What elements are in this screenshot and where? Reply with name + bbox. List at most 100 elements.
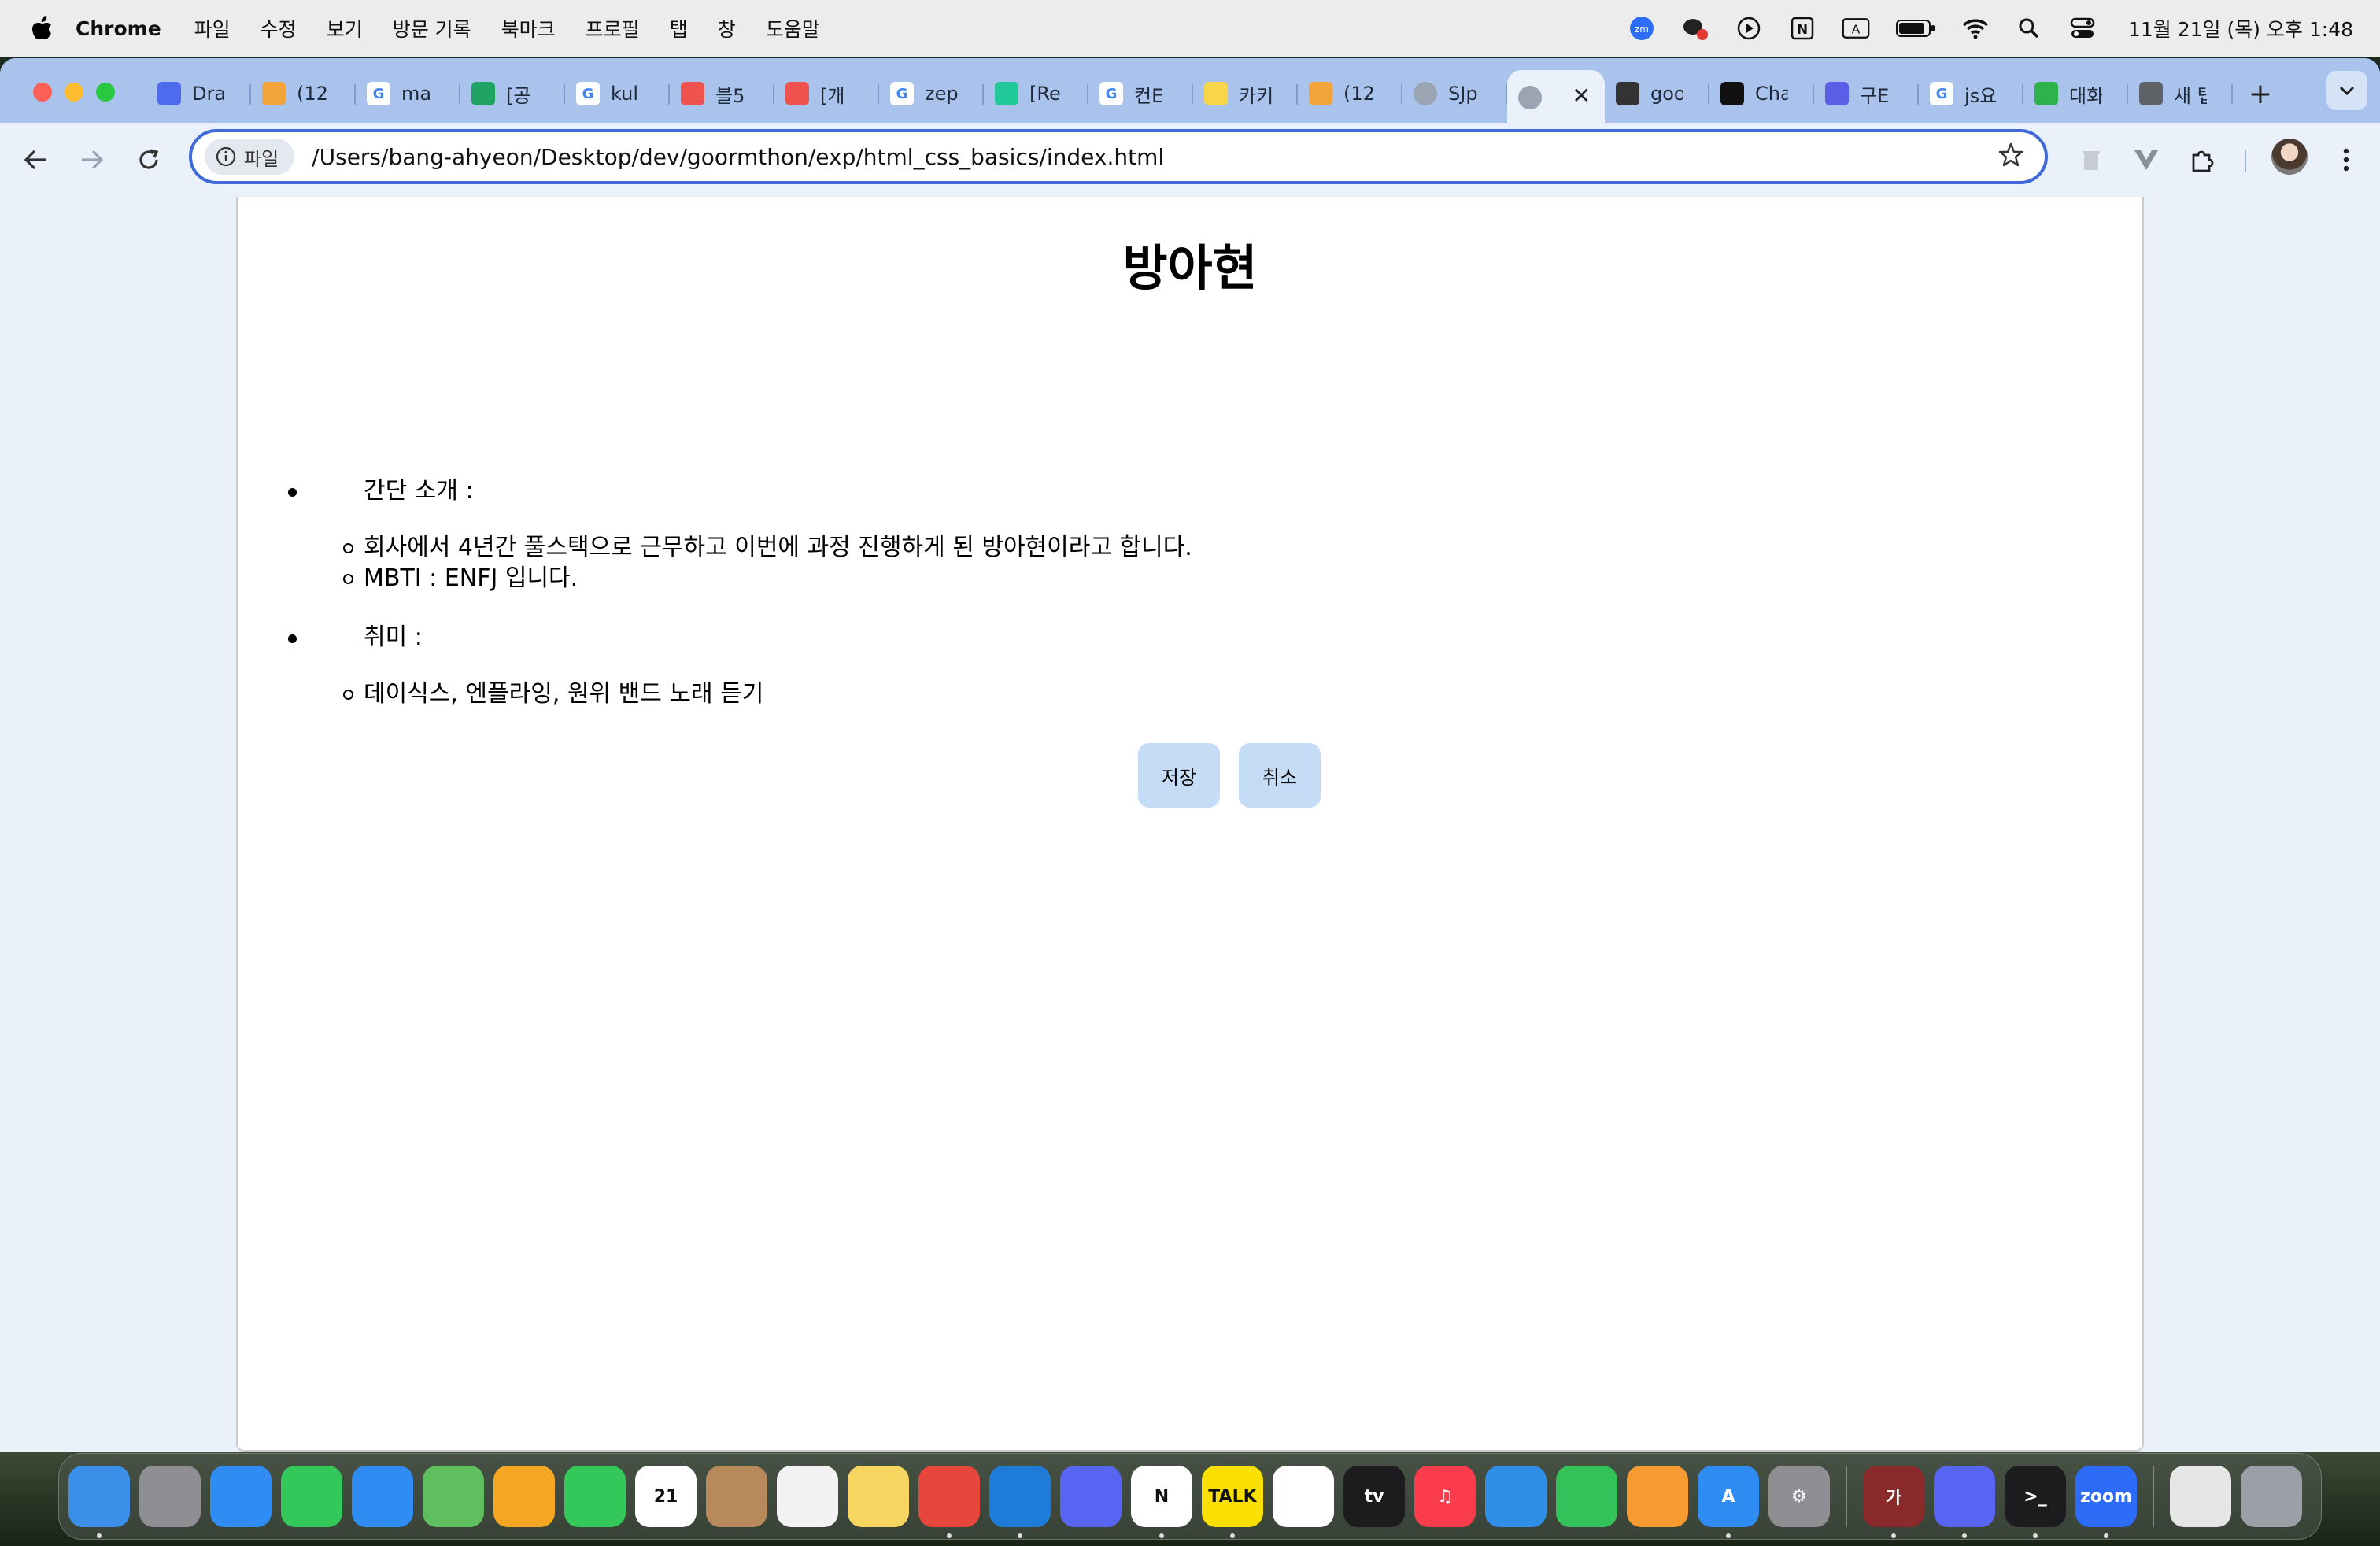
menu-app-name[interactable]: Chrome <box>76 17 161 40</box>
spotlight-search-icon[interactable] <box>2015 14 2043 43</box>
wechat-status-icon[interactable] <box>1681 14 1709 43</box>
pages-icon[interactable] <box>1627 1466 1688 1527</box>
discord-icon[interactable] <box>1060 1466 1122 1527</box>
browser-tab[interactable]: 대화 <box>2023 70 2128 117</box>
back-button[interactable] <box>16 140 55 179</box>
browser-tab[interactable]: (12 <box>1298 70 1402 117</box>
music-icon[interactable]: ♫ <box>1414 1466 1476 1527</box>
terminal-icon[interactable]: >_ <box>2005 1466 2066 1538</box>
trash-icon[interactable] <box>2241 1466 2302 1527</box>
numbers-icon[interactable] <box>1556 1466 1617 1527</box>
browser-tab[interactable]: 블5 <box>670 70 774 117</box>
browser-tab[interactable]: (12 <box>251 70 356 117</box>
menu-edit[interactable]: 수정 <box>261 14 297 43</box>
site-info-chip[interactable]: 파일 <box>205 139 295 175</box>
browser-tab[interactable]: 카키 <box>1193 70 1298 117</box>
url-text[interactable]: /Users/bang-ahyeon/Desktop/dev/goormthon… <box>312 144 1164 170</box>
safari-icon[interactable] <box>210 1466 272 1527</box>
dictionary-icon[interactable]: 가 <box>1863 1466 1924 1538</box>
menu-view[interactable]: 보기 <box>327 14 363 43</box>
zoom-window-button[interactable] <box>96 83 115 102</box>
browser-tab[interactable]: Gzep <box>879 70 984 117</box>
calendar-icon[interactable]: 21 <box>635 1466 697 1527</box>
vscode-icon[interactable] <box>989 1466 1051 1538</box>
google-icon: G <box>367 82 390 105</box>
tab-active[interactable]: ✕ <box>1507 70 1605 125</box>
notion-status-icon[interactable]: N <box>1788 14 1816 43</box>
chrome-menu-button[interactable] <box>2326 140 2366 179</box>
browser-tab[interactable]: Gma <box>356 70 460 117</box>
profile-avatar[interactable] <box>2271 139 2308 175</box>
bookmark-star-button[interactable] <box>1998 142 2024 172</box>
appletv-icon[interactable]: tv <box>1343 1466 1405 1527</box>
photos-icon[interactable] <box>493 1466 555 1527</box>
browser-tab[interactable]: [공 <box>460 70 565 117</box>
menu-window[interactable]: 창 <box>718 14 736 43</box>
menu-help[interactable]: 도움말 <box>766 14 820 43</box>
forward-button[interactable] <box>72 140 112 179</box>
address-bar[interactable]: 파일 /Users/bang-ahyeon/Desktop/dev/goormt… <box>189 129 2048 184</box>
facetime-icon[interactable] <box>564 1466 626 1527</box>
browser-tab[interactable]: goo <box>1605 70 1709 117</box>
mail-icon[interactable] <box>352 1466 413 1527</box>
minimize-window-button[interactable] <box>65 83 83 102</box>
extension-v-button[interactable] <box>2127 140 2166 179</box>
intro-item-text: 회사에서 4년간 풀스택으로 근무하고 이번에 과정 진행하게 된 방아현이라고… <box>364 534 1192 561</box>
new-tab-button[interactable]: + <box>2241 74 2280 113</box>
browser-tab[interactable]: Gjs요 <box>1919 70 2023 117</box>
browser-tab[interactable]: [Re <box>984 70 1088 117</box>
battery-icon[interactable] <box>1895 14 1936 43</box>
discord-icon[interactable] <box>1934 1466 1995 1538</box>
settings-icon[interactable]: ⚙ <box>1768 1466 1830 1527</box>
browser-tab[interactable]: [개 <box>774 70 879 117</box>
chrome-icon[interactable] <box>918 1466 980 1538</box>
finder-icon[interactable] <box>68 1466 130 1538</box>
control-center-icon[interactable] <box>2068 14 2097 43</box>
launchpad-icon[interactable] <box>139 1466 201 1527</box>
reminders-icon[interactable] <box>777 1466 838 1527</box>
tab-title: [공 <box>506 84 531 107</box>
extension-trash-button[interactable] <box>2071 140 2111 179</box>
tab-title: 카키 <box>1239 84 1272 107</box>
menubar-clock[interactable]: 11월 21일 (목) 오후 1:48 <box>2128 14 2353 43</box>
tab-title: Cha <box>1755 83 1788 105</box>
close-window-button[interactable] <box>33 83 52 102</box>
browser-window: Dra (12 Gma [공 Gkul 블5 [개 Gzep [Re G 컨E 카키 (12 SJp ✕ go… <box>0 58 2380 1452</box>
close-tab-icon[interactable]: ✕ <box>1572 83 1591 109</box>
tab-search-button[interactable] <box>2326 71 2367 110</box>
save-button[interactable]: 저장 <box>1138 743 1220 808</box>
reload-button[interactable] <box>129 140 168 179</box>
browser-tab[interactable]: SJp <box>1402 70 1507 117</box>
browser-tab[interactable]: Gkul <box>565 70 670 117</box>
menu-tab[interactable]: 탭 <box>670 14 688 43</box>
zoom-status-icon[interactable]: zm <box>1628 14 1656 43</box>
zoom-icon[interactable]: zoom <box>2075 1466 2137 1538</box>
extensions-button[interactable] <box>2183 140 2223 179</box>
notion-icon[interactable]: N <box>1131 1466 1192 1538</box>
input-source-icon[interactable]: A <box>1842 14 1870 43</box>
messages-icon[interactable] <box>281 1466 342 1527</box>
apple-icon[interactable] <box>31 16 54 41</box>
menu-bookmarks[interactable]: 북마크 <box>501 14 556 43</box>
menu-history[interactable]: 방문 기록 <box>393 14 471 43</box>
wifi-icon[interactable] <box>1961 14 1990 43</box>
contacts-icon[interactable] <box>706 1466 767 1527</box>
browser-tab[interactable]: 구E <box>1814 70 1919 117</box>
cancel-button[interactable]: 취소 <box>1239 743 1321 808</box>
freeform-icon[interactable] <box>1273 1466 1334 1527</box>
notes-icon[interactable] <box>848 1466 909 1527</box>
browser-tab[interactable]: Cha <box>1709 70 1814 117</box>
kakaotalk-icon[interactable]: TALK <box>1202 1466 1263 1538</box>
document-icon[interactable] <box>2170 1466 2231 1527</box>
menu-file[interactable]: 파일 <box>194 14 231 43</box>
tab-title: 새 탭 <box>2174 84 2207 107</box>
keynote-icon[interactable] <box>1485 1466 1547 1527</box>
menu-profiles[interactable]: 프로필 <box>586 14 640 43</box>
maps-icon[interactable] <box>423 1466 484 1527</box>
browser-tab[interactable]: 새 탭 <box>2128 70 2233 117</box>
tab-title: js요 <box>1964 84 1998 107</box>
browser-tab[interactable]: Dra <box>146 70 251 117</box>
browser-tab[interactable]: G 컨E <box>1088 70 1193 117</box>
play-status-icon[interactable] <box>1735 14 1763 43</box>
appstore-icon[interactable]: A <box>1698 1466 1759 1538</box>
